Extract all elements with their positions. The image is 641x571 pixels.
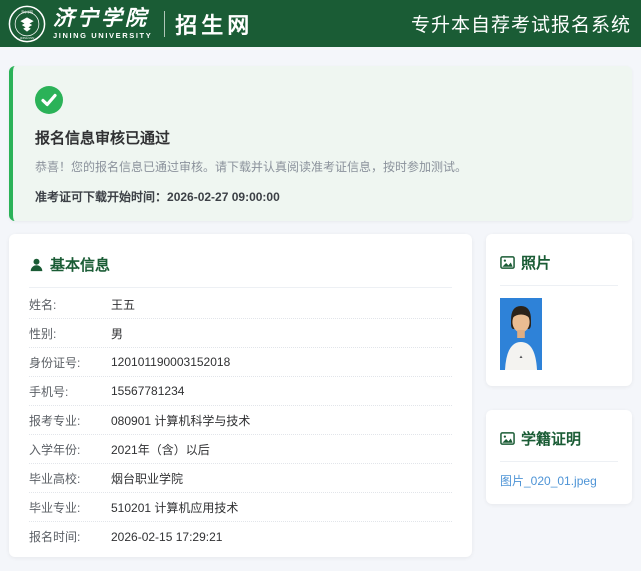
field-value: 510201 计算机应用技术 [111, 500, 239, 515]
info-row-graduate-major: 毕业专业: 510201 计算机应用技术 [29, 493, 452, 522]
banner-description: 恭喜！您的报名信息已通过审核。请下载并认真阅读准考证信息，按时参加测试。 [35, 160, 468, 174]
photo-card: 照片 [486, 234, 632, 386]
field-value: 080901 计算机科学与技术 [111, 413, 251, 428]
student-status-title: 学籍证明 [521, 431, 582, 448]
info-row-apply-major: 报考专业: 080901 计算机科学与技术 [29, 406, 452, 435]
field-value: 王五 [111, 297, 136, 312]
user-icon [30, 258, 43, 272]
field-label: 报名时间: [29, 530, 81, 544]
banner-title: 报名信息审核已通过 [35, 130, 171, 147]
field-value: 2026-02-15 17:29:21 [111, 529, 223, 544]
right-column: 照片 学籍证明 图片_020_01.jpeg [486, 234, 632, 504]
logo-cn-text: 济宁学院 [53, 5, 149, 30]
basic-info-rows: 姓名: 王五 性别: 男 身份证号: 120101190003152018 手机… [29, 290, 452, 551]
field-label: 身份证号: [29, 355, 81, 370]
field-label: 毕业专业: [29, 500, 81, 515]
check-circle-icon [35, 86, 63, 114]
field-value: 男 [111, 326, 124, 341]
student-status-header: 学籍证明 [500, 428, 618, 449]
ticket-download-time-value: 2026-02-27 09:00:00 [167, 190, 280, 204]
field-label: 性别: [29, 326, 57, 341]
field-value: 15567781234 [111, 384, 185, 398]
photo-card-title: 照片 [521, 255, 552, 272]
field-value: 2021年（含）以后 [111, 442, 210, 457]
logo-en-text: JINING UNIVERSITY [53, 30, 153, 40]
ticket-download-time: 准考证可下载开始时间：2026-02-27 09:00:00 [35, 188, 608, 205]
applicant-id-photo [500, 298, 542, 370]
basic-info-header: 基本信息 [29, 254, 452, 275]
photo-card-header: 照片 [500, 252, 618, 273]
svg-text:JINING UNIV: JINING UNIV [20, 37, 35, 40]
review-passed-banner: 报名信息审核已通过 恭喜！您的报名信息已通过审核。请下载并认真阅读准考证信息，按… [9, 66, 632, 221]
field-label: 姓名: [29, 297, 57, 312]
field-value: 120101190003152018 [111, 355, 231, 369]
logo-divider [164, 10, 166, 37]
svg-text:济宁学院: 济宁学院 [21, 8, 33, 13]
field-label: 入学年份: [29, 442, 81, 457]
university-seal-icon: 济宁学院 JINING UNIV [8, 5, 46, 42]
university-logo: 济宁学院 JINING UNIV 济宁学院 JINING UNIVERSITY … [8, 5, 253, 43]
basic-info-title: 基本信息 [50, 257, 111, 274]
image-icon [500, 256, 515, 269]
image-icon [500, 432, 515, 445]
field-value: 烟台职业学院 [111, 471, 184, 486]
field-label: 手机号: [29, 384, 69, 399]
basic-info-card: 基本信息 姓名: 王五 性别: 男 身份证号: 1201011900031520… [9, 234, 472, 557]
site-name: 招生网 [175, 12, 254, 38]
app-header: 济宁学院 JINING UNIV 济宁学院 JINING UNIVERSITY … [0, 0, 641, 47]
field-label: 毕业高校: [29, 471, 81, 486]
info-row-register-time: 报名时间: 2026-02-15 17:29:21 [29, 522, 452, 551]
section-divider [500, 461, 618, 462]
info-row-id-number: 身份证号: 120101190003152018 [29, 348, 452, 377]
info-row-gender: 性别: 男 [29, 319, 452, 348]
proof-file-link[interactable]: 图片_020_01.jpeg [500, 472, 597, 489]
system-title: 专升本自荐考试报名系统 [410, 15, 631, 36]
info-row-phone: 手机号: 15567781234 [29, 377, 452, 406]
student-status-card: 学籍证明 图片_020_01.jpeg [486, 410, 632, 504]
field-label: 报考专业: [29, 413, 81, 428]
info-row-enroll-year: 入学年份: 2021年（含）以后 [29, 435, 452, 464]
info-row-name: 姓名: 王五 [29, 290, 452, 319]
section-divider [500, 285, 618, 286]
ticket-download-time-label: 准考证可下载开始时间： [35, 190, 168, 204]
section-divider [29, 287, 452, 288]
info-row-graduate-school: 毕业高校: 烟台职业学院 [29, 464, 452, 493]
